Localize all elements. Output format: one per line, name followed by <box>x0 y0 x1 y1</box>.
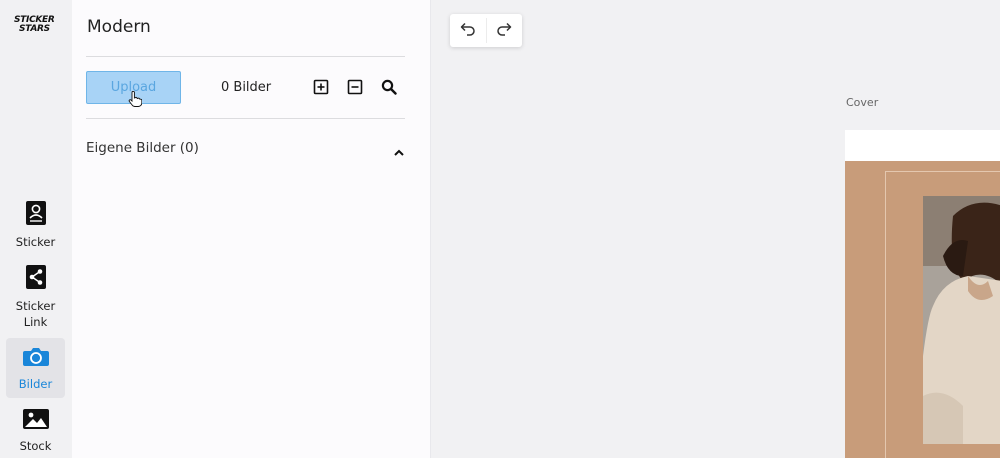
add-square-icon[interactable] <box>313 79 329 95</box>
own-images-section-header[interactable]: Eigene Bilder (0) <box>86 140 405 158</box>
sidebar-item-label: Bilder <box>18 377 53 391</box>
sidebar-item-label: Sticker <box>15 235 56 249</box>
sidebar-item-sticker-link[interactable]: Sticker Link <box>6 262 65 330</box>
divider <box>86 118 405 119</box>
sticker-stars-logo[interactable]: STICKER STARS <box>14 16 58 34</box>
sidebar: STICKER STARS Sticker Sticker Link Bilde… <box>0 0 72 458</box>
sidebar-item-label: Stock <box>19 439 52 453</box>
image-count: 0 Bilder <box>221 80 272 95</box>
remove-square-icon[interactable] <box>347 79 363 95</box>
sticker-person-icon <box>25 200 47 230</box>
logo-line2: STARS <box>19 24 50 34</box>
share-link-icon <box>25 264 47 294</box>
cover-page-header <box>845 130 1000 161</box>
hand-cursor-icon <box>128 90 143 111</box>
page-label: Cover <box>846 96 879 109</box>
history-toolbar <box>450 14 522 47</box>
sidebar-item-label: Sticker Link <box>16 298 55 330</box>
cover-page[interactable] <box>845 130 1000 458</box>
sidebar-item-bilder[interactable]: Bilder <box>6 338 65 398</box>
sidebar-item-stock[interactable]: Stock <box>6 406 65 458</box>
redo-button[interactable] <box>486 14 522 47</box>
undo-icon <box>460 22 476 39</box>
search-icon[interactable] <box>381 79 397 95</box>
undo-button[interactable] <box>450 14 486 47</box>
camera-icon <box>22 346 50 372</box>
panel-title: Modern <box>87 17 151 37</box>
sidebar-item-label-line1: Sticker <box>15 299 56 313</box>
redo-icon <box>496 22 512 39</box>
section-label: Eigene Bilder (0) <box>86 140 199 156</box>
cover-photo[interactable] <box>923 196 1000 444</box>
sidebar-item-label-line2: Link <box>23 315 48 329</box>
divider <box>86 56 405 57</box>
sidebar-item-sticker[interactable]: Sticker <box>6 198 65 250</box>
images-panel: Modern Upload 0 Bilder Eigene Bilder (0) <box>72 0 431 458</box>
image-icon <box>22 408 50 434</box>
chevron-up-icon[interactable] <box>393 143 405 162</box>
